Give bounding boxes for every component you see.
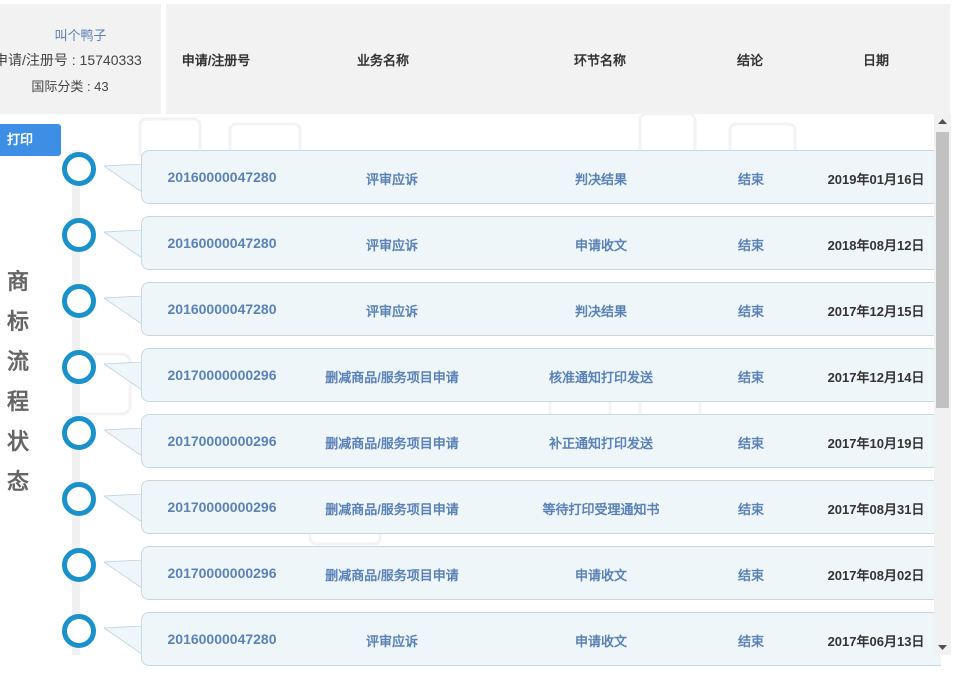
record-business: 评审应诉 <box>365 172 419 187</box>
record-date: 2017年06月13日 <box>827 634 925 649</box>
record-step: 补正通知打印发送 <box>548 436 654 451</box>
record-card: 20160000047280 评审应诉 申请收文 结束 2017年06月13日 <box>141 612 941 666</box>
record-reg-no[interactable]: 20160000047280 <box>167 301 276 317</box>
table-row: 20160000047280 评审应诉 判决结果 结束 2017年12月15日 <box>0 282 976 348</box>
record-reg-no[interactable]: 20160000047280 <box>167 169 276 185</box>
ring-icon <box>62 548 96 582</box>
card-pointer <box>104 362 143 391</box>
record-result: 结束 <box>737 634 765 649</box>
card-pointer <box>104 230 143 259</box>
record-reg-no[interactable]: 20170000000296 <box>167 499 276 515</box>
header-step: 环节名称 <box>573 53 627 68</box>
record-business: 评审应诉 <box>365 238 419 253</box>
scrollbar-thumb[interactable] <box>936 132 949 408</box>
owner-name[interactable]: 叫个鸭子 <box>0 25 161 44</box>
record-step: 申请收文 <box>574 568 628 583</box>
record-reg-no[interactable]: 20170000000296 <box>167 367 276 383</box>
ring-icon <box>62 350 96 384</box>
record-date: 2017年12月15日 <box>827 304 925 319</box>
record-card: 20170000000296 删减商品/服务项目申请 补正通知打印发送 结束 2… <box>141 414 941 468</box>
international-class: 国际分类 : 43 <box>31 79 109 94</box>
record-card: 20170000000296 删减商品/服务项目申请 核准通知打印发送 结束 2… <box>141 348 941 402</box>
triangle-up-icon[interactable] <box>934 114 951 130</box>
table-row: 20170000000296 删减商品/服务项目申请 申请收文 结束 2017年… <box>0 546 976 612</box>
record-reg-no[interactable]: 20170000000296 <box>167 433 276 449</box>
card-pointer <box>104 296 143 325</box>
record-business: 删减商品/服务项目申请 <box>325 436 459 451</box>
ring-icon <box>62 218 96 252</box>
record-date: 2017年08月02日 <box>827 568 925 583</box>
record-result: 结束 <box>737 238 765 253</box>
record-step: 等待打印受理通知书 <box>542 502 660 517</box>
record-step: 判决结果 <box>574 172 628 187</box>
table-row: 20170000000296 删减商品/服务项目申请 等待打印受理通知书 结束 … <box>0 480 976 546</box>
record-date: 2017年08月31日 <box>827 502 925 517</box>
record-date: 2018年08月12日 <box>827 238 925 253</box>
header-result: 结论 <box>736 53 764 68</box>
record-result: 结束 <box>737 304 765 319</box>
record-business: 删减商品/服务项目申请 <box>325 502 459 517</box>
record-card: 20170000000296 删减商品/服务项目申请 等待打印受理通知书 结束 … <box>141 480 941 534</box>
card-pointer <box>104 626 143 655</box>
record-step: 申请收文 <box>574 634 628 649</box>
record-reg-no[interactable]: 20160000047280 <box>167 235 276 251</box>
record-card: 20170000000296 删减商品/服务项目申请 申请收文 结束 2017年… <box>141 546 941 600</box>
ring-icon <box>62 416 96 450</box>
record-result: 结束 <box>737 436 765 451</box>
record-business: 评审应诉 <box>365 304 419 319</box>
record-business: 删减商品/服务项目申请 <box>325 568 459 583</box>
ring-icon <box>62 482 96 516</box>
record-result: 结束 <box>737 502 765 517</box>
table-row: 20170000000296 删减商品/服务项目申请 核准通知打印发送 结束 2… <box>0 348 976 414</box>
registration-number: 申请/注册号 : 15740333 <box>0 52 142 68</box>
record-business: 删减商品/服务项目申请 <box>325 370 459 385</box>
table-row: 20170000000296 删减商品/服务项目申请 补正通知打印发送 结束 2… <box>0 414 976 480</box>
header-reg-no: 申请/注册号 <box>181 53 251 68</box>
record-result: 结束 <box>737 568 765 583</box>
triangle-down-icon[interactable] <box>934 639 951 655</box>
card-pointer <box>104 560 143 589</box>
record-result: 结束 <box>737 172 765 187</box>
header-business: 业务名称 <box>356 53 410 68</box>
record-result: 结束 <box>737 370 765 385</box>
trademark-info-panel: 叫个鸭子 申请/注册号 : 15740333 国际分类 : 43 <box>0 4 161 114</box>
table-header: 申请/注册号 业务名称 环节名称 结论 日期 <box>166 4 950 114</box>
record-business: 评审应诉 <box>365 634 419 649</box>
table-row: 20160000047280 评审应诉 申请收文 结束 2017年06月13日 <box>0 612 976 678</box>
ring-icon <box>62 614 96 648</box>
record-reg-no[interactable]: 20170000000296 <box>167 565 276 581</box>
record-card: 20160000047280 评审应诉 判决结果 结束 2019年01月16日 <box>141 150 941 204</box>
header-date: 日期 <box>862 53 890 68</box>
record-card: 20160000047280 评审应诉 判决结果 结束 2017年12月15日 <box>141 282 941 336</box>
record-step: 核准通知打印发送 <box>548 370 654 385</box>
record-date: 2017年10月19日 <box>827 436 925 451</box>
record-step: 判决结果 <box>574 304 628 319</box>
ring-icon <box>62 152 96 186</box>
vertical-scrollbar[interactable] <box>934 114 951 655</box>
card-pointer <box>104 164 143 193</box>
card-pointer <box>104 494 143 523</box>
record-reg-no[interactable]: 20160000047280 <box>167 631 276 647</box>
ring-icon <box>62 284 96 318</box>
card-pointer <box>104 428 143 457</box>
record-date: 2017年12月14日 <box>827 370 925 385</box>
record-date: 2019年01月16日 <box>827 172 925 187</box>
table-row: 20160000047280 评审应诉 判决结果 结束 2019年01月16日 <box>0 150 976 216</box>
record-card: 20160000047280 评审应诉 申请收文 结束 2018年08月12日 <box>141 216 941 270</box>
table-row: 20160000047280 评审应诉 申请收文 结束 2018年08月12日 <box>0 216 976 282</box>
record-step: 申请收文 <box>574 238 628 253</box>
